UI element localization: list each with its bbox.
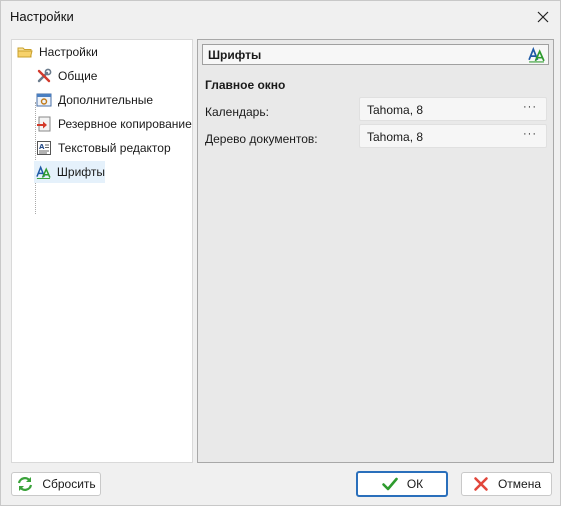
fonts-icon bbox=[528, 46, 545, 63]
panel-header: Шрифты bbox=[202, 44, 549, 65]
tree-item-label: Общие bbox=[58, 69, 98, 83]
calendar-font-value: Tahoma, 8 bbox=[367, 103, 424, 117]
document-tree-font-label: Дерево документов: bbox=[205, 132, 318, 146]
tree-item-text-editor[interactable]: A Текстовый редактор bbox=[36, 137, 171, 159]
settings-dialog: Настройки Настройки Общие Дополнительные… bbox=[0, 0, 561, 506]
ok-button[interactable]: ОК bbox=[356, 471, 448, 497]
reset-button[interactable]: Сбросить bbox=[11, 472, 101, 496]
reset-button-label: Сбросить bbox=[42, 477, 96, 491]
document-tree-font-value: Tahoma, 8 bbox=[367, 130, 424, 144]
cancel-button[interactable]: Отмена bbox=[461, 472, 552, 496]
svg-text:A: A bbox=[39, 143, 45, 151]
group-title-main-window: Главное окно bbox=[205, 78, 286, 92]
calendar-font-label: Календарь: bbox=[205, 105, 269, 119]
tree-item-root[interactable]: Настройки bbox=[17, 41, 98, 63]
tree-item-fonts[interactable]: Шрифты bbox=[34, 161, 105, 183]
cancel-button-label: Отмена bbox=[497, 477, 542, 491]
document-tree-font-browse-button[interactable]: ··· bbox=[523, 128, 537, 140]
tree-item-label: Настройки bbox=[39, 45, 98, 59]
fonts-settings-panel: Шрифты Главное окно Календарь: Tahoma, 8… bbox=[197, 39, 554, 463]
tree-item-label: Резервное копирование bbox=[58, 117, 192, 131]
document-tree-font-field[interactable]: Tahoma, 8 ··· bbox=[359, 124, 547, 148]
text-document-icon: A bbox=[37, 141, 51, 155]
panel-title: Шрифты bbox=[208, 48, 262, 62]
ok-button-label: ОК bbox=[406, 477, 424, 491]
fonts-icon bbox=[36, 165, 51, 179]
tools-icon bbox=[37, 68, 52, 83]
cancel-x-icon bbox=[474, 477, 488, 491]
tree-item-general[interactable]: Общие bbox=[36, 65, 97, 87]
tree-item-advanced[interactable]: Дополнительные bbox=[36, 89, 153, 111]
settings-tree: Настройки Общие Дополнительные Резервное… bbox=[11, 39, 193, 463]
tree-item-label: Дополнительные bbox=[58, 93, 153, 107]
close-icon bbox=[537, 11, 549, 22]
folder-icon bbox=[17, 47, 33, 58]
title-bar: Настройки bbox=[1, 1, 560, 32]
checkmark-icon bbox=[382, 477, 398, 491]
close-button[interactable] bbox=[526, 1, 560, 32]
tree-item-label: Шрифты bbox=[56, 165, 105, 179]
tree-item-backup[interactable]: Резервное копирование bbox=[36, 113, 192, 135]
calendar-font-browse-button[interactable]: ··· bbox=[523, 101, 537, 113]
settings-window-icon bbox=[36, 93, 52, 107]
calendar-font-field[interactable]: Tahoma, 8 ··· bbox=[359, 97, 547, 121]
refresh-icon bbox=[18, 477, 33, 491]
tree-item-label: Текстовый редактор bbox=[58, 141, 171, 155]
backup-icon bbox=[37, 116, 51, 132]
window-title: Настройки bbox=[10, 9, 74, 24]
